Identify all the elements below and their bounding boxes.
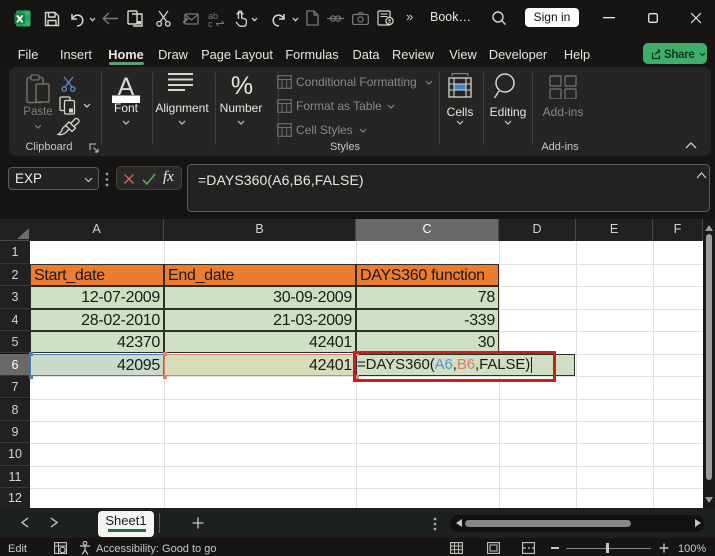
svg-text:%: % [231, 72, 253, 98]
svg-text:c: c [208, 19, 213, 27]
